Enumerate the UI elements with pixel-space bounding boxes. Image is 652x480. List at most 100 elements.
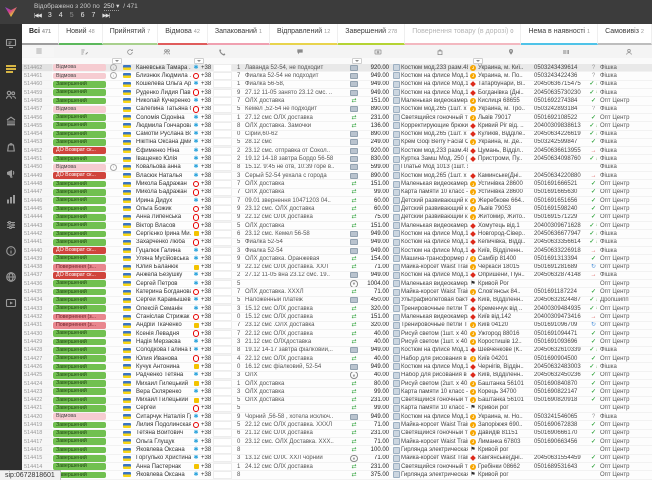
status-badge[interactable]: ДО Возврат ск... — [53, 147, 106, 154]
status-badge[interactable]: Завершений — [53, 289, 106, 296]
status-badge[interactable]: Завершений — [53, 255, 106, 262]
order-row[interactable]: 514449ДО Возврат ск...Власюк Наталья✱+38… — [22, 172, 652, 180]
status-badge[interactable]: Завершений — [53, 156, 106, 163]
order-row[interactable]: 514441ЗавершенийЗахарченко Люба+385Фиалк… — [22, 239, 652, 247]
sidebar-item-stats[interactable] — [5, 194, 18, 207]
order-row[interactable]: 514443ЗавершенийВіктор Власов+385ОЛХ дос… — [22, 222, 652, 230]
client-name-cell[interactable]: Гуцалюк Галина — [136, 247, 191, 254]
order-row[interactable]: 514446ЗавершенийИрина Дидух✱+38709.01 зв… — [22, 197, 652, 205]
client-name-cell[interactable]: Яковлева Оксана — [136, 471, 191, 478]
order-row[interactable]: 514460ЗавершенийКошелева Ольга Ар..✱+381… — [22, 81, 652, 89]
status-badge[interactable]: Завершений — [53, 98, 106, 105]
order-row[interactable]: 514437ДО Возврат ск...Анжела Безушку✱+38… — [22, 272, 652, 280]
status-badge[interactable]: Завершений — [53, 122, 106, 129]
status-badge[interactable]: Завершений — [53, 297, 106, 304]
client-name-cell[interactable]: Андрій Ткаченко — [136, 322, 191, 329]
order-row[interactable]: 514413ЗавершенийЯковлева Оксана✱+388⇄375… — [22, 471, 652, 479]
info-icon[interactable]: i — [110, 72, 117, 79]
sidebar-item-dashboard[interactable] — [5, 38, 18, 51]
client-name-cell[interactable]: Самотій Руслана Во.. — [136, 131, 191, 138]
status-badge[interactable]: Завершений — [53, 455, 106, 462]
status-badge[interactable]: Завершений — [53, 472, 106, 479]
client-name-cell[interactable]: Нікітіна Оксана Дми.. — [136, 139, 191, 146]
order-row[interactable]: 514422ЗавершенийМихаил Гилецький+385ОЛХ … — [22, 397, 652, 405]
status-badge[interactable]: Завершений — [53, 438, 106, 445]
status-badge[interactable]: Завершений — [53, 89, 106, 96]
client-name-cell[interactable]: Горгулько Христина.. — [136, 455, 191, 462]
client-name-cell[interactable]: Кучук Антонина — [136, 363, 191, 370]
client-name-cell[interactable]: Ирина Дидух — [136, 197, 191, 204]
status-badge[interactable]: Завершений — [53, 231, 106, 238]
order-row[interactable]: 514459ЗавершенийРуденко Лидия Пав..+3892… — [22, 89, 652, 97]
client-name-cell[interactable]: Михаил Гилецький — [136, 397, 191, 404]
order-row[interactable]: 514439ЗавершенийУляна Мусійовська✱+389ОЛ… — [22, 255, 652, 263]
status-badge[interactable]: Повернення (з... — [53, 314, 106, 321]
status-badge[interactable]: ДО Возврат ск... — [53, 172, 106, 179]
status-badge[interactable]: Завершений — [53, 181, 106, 188]
client-name-cell[interactable]: Ксенія Левадня — [136, 330, 191, 337]
order-row[interactable]: 514425ЗавершенийРадченко Тетяна✱+383ОЛХ₴… — [22, 372, 652, 380]
order-row[interactable]: 514440ДО Возврат ск...Гуцалюк Галина✱+38… — [22, 247, 652, 255]
status-badge[interactable]: Завершений — [53, 114, 106, 121]
order-row[interactable]: 514414ЗавершенийАнна Пастернак+38124.12 … — [22, 463, 652, 471]
client-name-cell[interactable]: Вера Скляренко — [136, 388, 191, 395]
app-logo-icon[interactable] — [0, 0, 22, 24]
client-name-cell[interactable]: Захарченко Люба — [136, 239, 191, 246]
client-name-cell[interactable]: Ковальова анна — [136, 164, 191, 171]
order-row[interactable]: 514462ВідмоваiКаневська Тамара ..✱+381Ла… — [22, 64, 652, 72]
status-badge[interactable]: ДО Возврат ск... — [53, 247, 106, 254]
status-badge[interactable]: Відмова — [53, 106, 106, 113]
sidebar-item-video[interactable] — [5, 298, 18, 311]
status-badge[interactable]: Завершений — [53, 239, 106, 246]
order-row[interactable]: 514428ЗавершенийСолодкова Галина В..✱+38… — [22, 347, 652, 355]
client-name-cell[interactable]: Юлия Баланюк — [136, 264, 191, 271]
order-row[interactable]: 514420ВідмоваСитарчук Наталія Гр..✱+389Ч… — [22, 413, 652, 421]
order-row[interactable]: 514461ВідмоваiБлизнюк Людмила ..+387Фиал… — [22, 72, 652, 80]
order-row[interactable]: 514458ЗавершенийНиколай Кучеренко✱+387ОЛ… — [22, 97, 652, 105]
client-name-cell[interactable]: Каневська Тамара .. — [136, 64, 191, 71]
client-name-cell[interactable]: Лилия Подолинская — [136, 421, 191, 428]
status-badge[interactable]: Завершений — [53, 339, 106, 346]
pagination-page-7[interactable]: 7 — [92, 12, 96, 19]
client-name-cell[interactable]: Близнюк Людмила .. — [136, 72, 191, 79]
client-name-cell[interactable]: Сергей Петров — [136, 280, 191, 287]
status-badge[interactable]: Завершений — [53, 189, 106, 196]
client-name-cell[interactable]: Юлия Иванова — [136, 355, 191, 362]
status-badge[interactable]: Повернення (з... — [53, 322, 106, 329]
client-name-cell[interactable]: Надія Мерзаєва — [136, 338, 191, 345]
pagination-page-3[interactable]: 3 — [48, 12, 52, 19]
client-name-cell[interactable]: Ситарчук Наталія Гр.. — [136, 413, 191, 420]
status-badge[interactable]: Завершений — [53, 372, 106, 379]
sidebar-item-announcements[interactable] — [5, 168, 18, 181]
order-row[interactable]: 514416ЗавершенийЯковлева Оксана✱+388⇄100… — [22, 446, 652, 454]
status-badge[interactable]: Відмова — [53, 64, 106, 71]
page-size-dropdown[interactable]: 250 ▾ — [104, 3, 120, 11]
sidebar-item-globe[interactable] — [5, 272, 18, 285]
client-name-cell[interactable]: Анжела Безушку — [136, 272, 191, 279]
order-row[interactable]: 514454ЗавершенийСамотій Руслана Во..✱+38… — [22, 131, 652, 139]
client-name-cell[interactable]: Сергей — [136, 405, 191, 412]
info-icon[interactable]: i — [110, 64, 117, 71]
order-row[interactable]: 514426ЗавершенийКучук Антонина+38016.12 … — [22, 363, 652, 371]
client-name-cell[interactable]: Ольга Божик — [136, 205, 191, 212]
client-name-cell[interactable]: Солодкова Галина В.. — [136, 347, 191, 354]
order-row[interactable]: 514451ЗавершенийІващенко Юлія✱+38219.12 … — [22, 155, 652, 163]
client-name-cell[interactable]: Микола Бадражан — [136, 189, 191, 196]
client-name-cell[interactable]: Сергієнко Ірина Ми.. — [136, 230, 191, 237]
status-badge[interactable]: Завершений — [53, 463, 106, 470]
status-badge[interactable]: Завершений — [53, 430, 106, 437]
status-badge[interactable]: Повернення (з... — [53, 264, 106, 271]
status-badge[interactable]: Завершений — [53, 347, 106, 354]
status-badge[interactable]: Завершений — [53, 388, 106, 395]
client-name-cell[interactable]: Кошелева Ольга Ар.. — [136, 81, 191, 88]
status-badge[interactable]: Завершений — [53, 355, 106, 362]
order-row[interactable]: 514447ЗавершенийМикола Бадражан+387ОЛХ д… — [22, 189, 652, 197]
client-name-cell[interactable]: Уляна Мусійовська — [136, 255, 191, 262]
client-name-cell[interactable]: Радченко Тетяна — [136, 372, 191, 379]
sidebar-item-purchases[interactable] — [5, 142, 18, 155]
client-name-cell[interactable]: Станіслав Стрижак — [136, 313, 191, 320]
pagination-last-button[interactable]: ▶▶| — [102, 13, 109, 19]
status-badge[interactable]: Завершений — [53, 405, 106, 412]
client-name-cell[interactable]: Анна Пастернак — [136, 463, 191, 470]
order-row[interactable]: 514421ЗавершенийСергей+385⇄99.00Карта па… — [22, 405, 652, 413]
